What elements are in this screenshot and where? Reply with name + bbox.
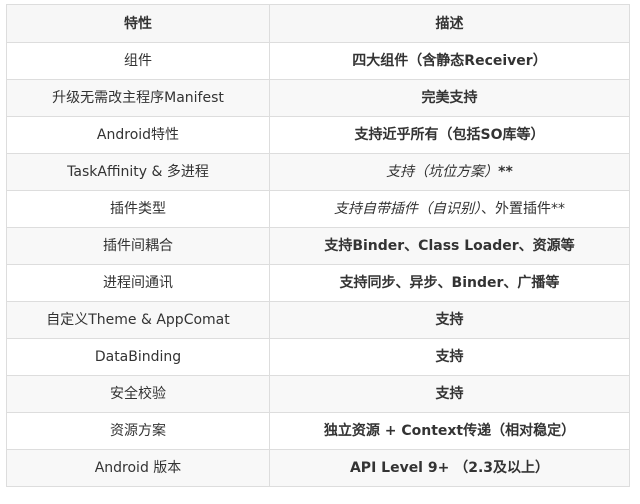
description-text: 支持Binder、Class Loader、资源等 — [324, 238, 575, 254]
feature-cell: TaskAffinity & 多进程 — [6, 153, 270, 191]
table-row: 进程间通讯 支持同步、异步、Binder、广播等 — [6, 264, 630, 302]
description-cell: 独立资源 + Context传递（相对稳定） — [269, 412, 630, 450]
description-text: 支持近乎所有（包括SO库等） — [354, 127, 545, 143]
table-row: 组件 四大组件（含静态Receiver） — [6, 42, 630, 80]
feature-cell: 升级无需改主程序Manifest — [6, 79, 270, 117]
table-row: TaskAffinity & 多进程 支持（坑位方案）** — [6, 153, 630, 191]
table-row: Android 版本 API Level 9+ （2.3及以上） — [6, 449, 630, 487]
table-row: 插件间耦合 支持Binder、Class Loader、资源等 — [6, 227, 630, 265]
description-cell: 四大组件（含静态Receiver） — [269, 42, 630, 80]
description-text: 、外置插件** — [481, 201, 565, 217]
description-text: 四大组件（含静态Receiver） — [352, 53, 547, 69]
description-cell: 支持Binder、Class Loader、资源等 — [269, 227, 630, 265]
description-text: ** — [498, 164, 513, 180]
description-text: 支持 — [435, 386, 464, 402]
description-text: 支持 — [435, 349, 464, 365]
description-text: 支持自带插件（自识别） — [334, 201, 481, 217]
description-text: 支持同步、异步、Binder、广播等 — [339, 275, 560, 291]
table-row: 安全校验 支持 — [6, 375, 630, 413]
table-row: 资源方案 独立资源 + Context传递（相对稳定） — [6, 412, 630, 450]
feature-table-container: 特性 描述 组件 四大组件（含静态Receiver） 升级无需改主程序Manifes… — [6, 4, 630, 487]
feature-cell: 插件类型 — [6, 190, 270, 228]
description-cell: 支持 — [269, 375, 630, 413]
description-cell: API Level 9+ （2.3及以上） — [269, 449, 630, 487]
table-row: 自定义Theme & AppComat 支持 — [6, 301, 630, 339]
feature-cell: 资源方案 — [6, 412, 270, 450]
description-cell: 支持自带插件（自识别）、外置插件** — [269, 190, 630, 228]
feature-cell: DataBinding — [6, 338, 270, 376]
description-cell: 支持同步、异步、Binder、广播等 — [269, 264, 630, 302]
description-text: 独立资源 + Context传递（相对稳定） — [323, 423, 576, 439]
table-row: 插件类型 支持自带插件（自识别）、外置插件** — [6, 190, 630, 228]
feature-cell: 安全校验 — [6, 375, 270, 413]
header-feature: 特性 — [6, 4, 270, 43]
description-cell: 支持近乎所有（包括SO库等） — [269, 116, 630, 154]
description-cell: 支持（坑位方案）** — [269, 153, 630, 191]
description-text: 完美支持 — [421, 90, 478, 106]
header-description: 描述 — [269, 4, 630, 43]
description-text: API Level 9+ （2.3及以上） — [349, 460, 550, 476]
description-text: 支持（坑位方案） — [386, 164, 499, 180]
table-row: DataBinding 支持 — [6, 338, 630, 376]
description-cell: 支持 — [269, 338, 630, 376]
feature-cell: Android特性 — [6, 116, 270, 154]
table-body: 组件 四大组件（含静态Receiver） 升级无需改主程序Manifest 完美支持 A… — [6, 42, 630, 487]
table-row: Android特性 支持近乎所有（包括SO库等） — [6, 116, 630, 154]
table-header: 特性 描述 — [6, 4, 630, 43]
description-cell: 完美支持 — [269, 79, 630, 117]
feature-cell: 自定义Theme & AppComat — [6, 301, 270, 339]
table-row: 升级无需改主程序Manifest 完美支持 — [6, 79, 630, 117]
feature-cell: Android 版本 — [6, 449, 270, 487]
feature-cell: 进程间通讯 — [6, 264, 270, 302]
description-cell: 支持 — [269, 301, 630, 339]
feature-cell: 组件 — [6, 42, 270, 80]
feature-table: 特性 描述 组件 四大组件（含静态Receiver） 升级无需改主程序Manifes… — [6, 4, 630, 487]
feature-cell: 插件间耦合 — [6, 227, 270, 265]
description-text: 支持 — [435, 312, 464, 328]
header-row: 特性 描述 — [6, 4, 630, 43]
